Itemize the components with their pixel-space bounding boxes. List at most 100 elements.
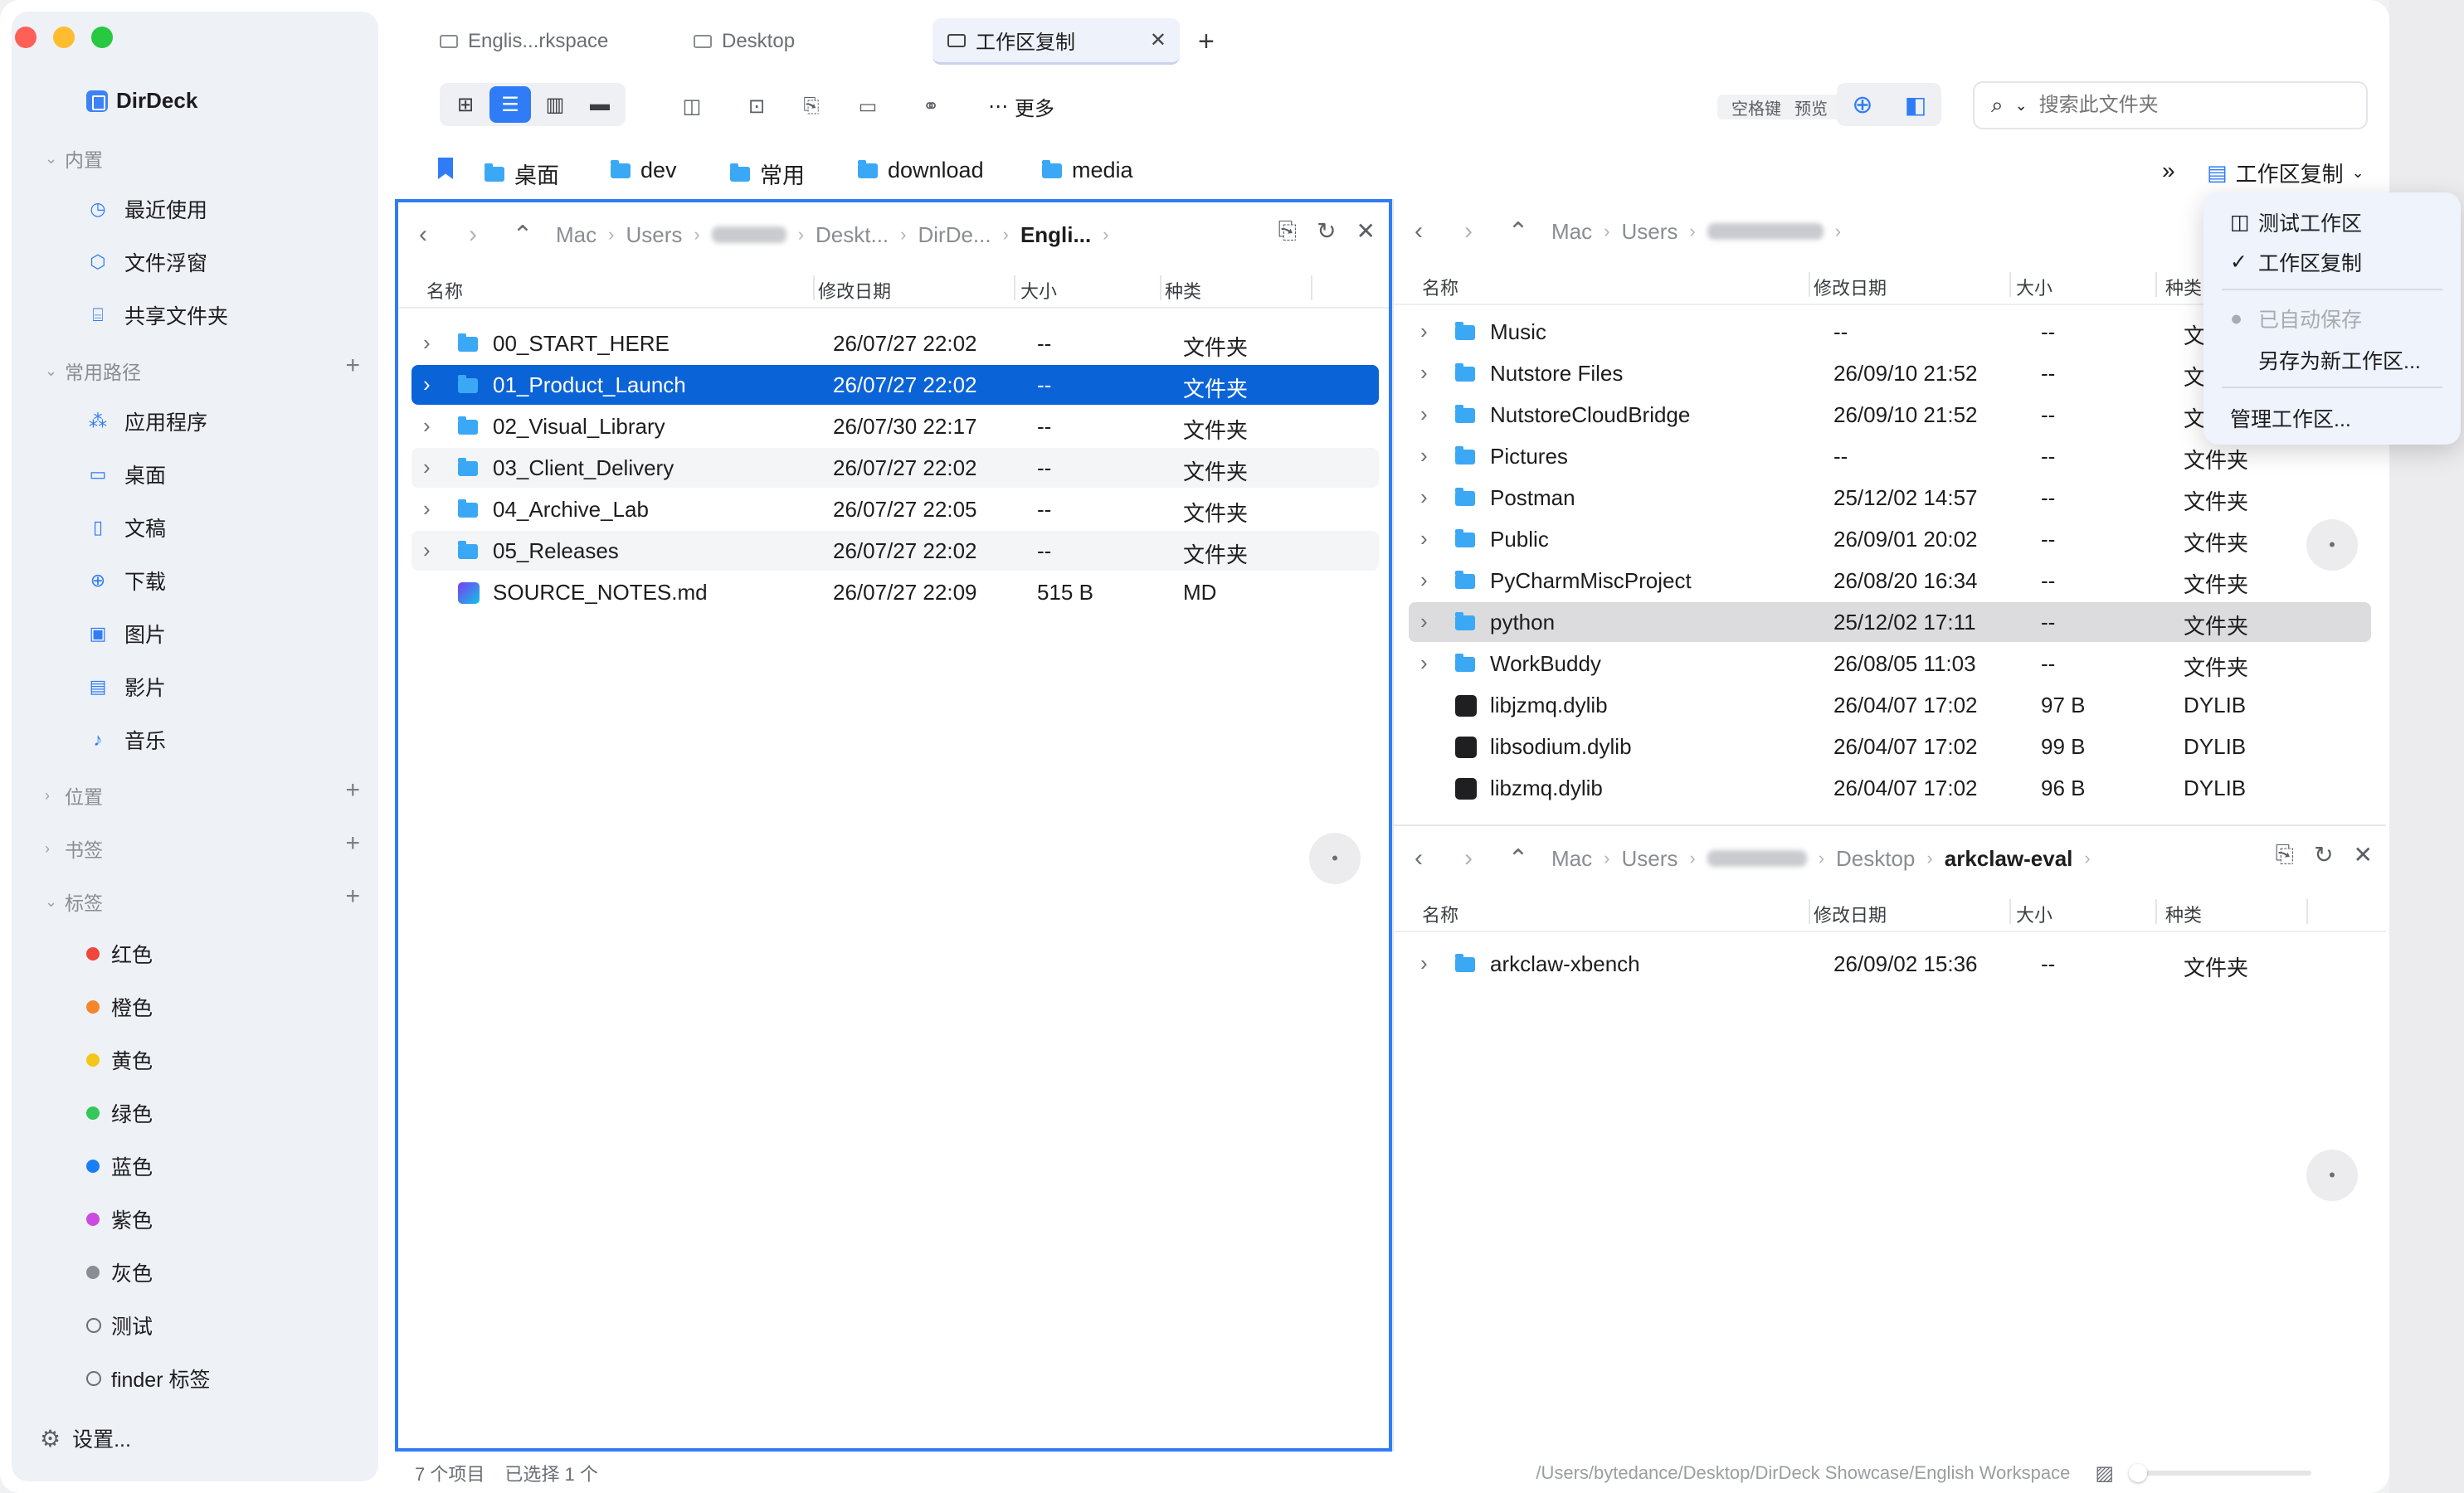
sidebar-tag-finder[interactable]: finder 标签 [86, 1364, 210, 1393]
file-row[interactable]: › WorkBuddy 26/08/05 11:03 -- 文件夹 [1409, 644, 2371, 683]
disclosure-chevron-icon[interactable]: › [1420, 443, 1428, 469]
crumb[interactable]: Desktop [1836, 846, 1915, 872]
crumb-redacted[interactable] [1707, 223, 1824, 240]
sidebar-tag-gray[interactable]: 灰色 [86, 1257, 153, 1287]
sidebar-item-pictures[interactable]: ▣ 图片 [86, 619, 166, 649]
sidebar-tag-yellow[interactable]: 黄色 [86, 1045, 153, 1075]
disclosure-chevron-icon[interactable]: › [1420, 484, 1428, 510]
back-button[interactable]: ‹ [398, 221, 448, 249]
file-row[interactable]: › 05_Releases 26/07/27 22:02 -- 文件夹 [411, 531, 1379, 571]
sidebar-item-desktop[interactable]: ▭ 桌面 [86, 460, 166, 489]
crumb[interactable]: Users [1621, 846, 1678, 872]
zoom-slider-thumb[interactable] [2129, 1464, 2147, 1482]
up-button[interactable]: ⌃ [498, 221, 548, 250]
copy-path-icon[interactable]: ⎘ [2276, 841, 2294, 868]
search-input[interactable] [2038, 94, 2321, 117]
sidebar-item-documents[interactable]: ▯ 文稿 [86, 513, 166, 542]
file-row[interactable]: libjzmq.dylib 26/04/07 17:02 97 B DYLIB [1409, 685, 2371, 725]
section-common[interactable]: ⌄ 常用路径 + [45, 352, 360, 385]
add-location-button[interactable]: + [345, 776, 360, 805]
close-window-button[interactable] [15, 27, 37, 48]
sidebar-tag-red[interactable]: 红色 [86, 939, 153, 969]
file-row[interactable]: › 00_START_HERE 26/07/27 22:02 -- 文件夹 [411, 323, 1379, 363]
scroll-indicator[interactable]: • [2306, 1150, 2358, 1201]
crumb-redacted[interactable] [1707, 850, 1807, 867]
disclosure-chevron-icon[interactable]: › [1420, 951, 1428, 976]
crumb[interactable]: Users [626, 222, 682, 248]
sidebar-tag-green[interactable]: 绿色 [86, 1098, 153, 1128]
crumb[interactable]: Mac [1551, 846, 1592, 872]
forward-button[interactable]: › [448, 221, 498, 249]
col-name[interactable]: 名称 [1422, 901, 1458, 927]
col-kind[interactable]: 种类 [2165, 274, 2202, 300]
section-bookmarks[interactable]: › 书签 + [45, 829, 360, 863]
disclosure-chevron-icon[interactable]: › [1420, 526, 1428, 552]
col-kind[interactable]: 种类 [2165, 901, 2202, 927]
tab-english-workspace[interactable]: Englis...rkspace [440, 18, 608, 65]
sidebar-tag-test[interactable]: 测试 [86, 1311, 153, 1340]
refresh-icon[interactable]: ↻ [1317, 217, 1336, 245]
file-row[interactable]: › PyCharmMiscProject 26/08/20 16:34 -- 文件夹 [1409, 561, 2371, 601]
new-tab-button[interactable]: + [1198, 18, 1215, 65]
new-file-button[interactable]: ⎘ [795, 90, 828, 123]
crumb[interactable]: Mac [1551, 219, 1592, 245]
disclosure-chevron-icon[interactable]: › [423, 496, 431, 522]
gallery-view-button[interactable]: ▬ [579, 86, 621, 123]
disclosure-chevron-icon[interactable]: › [423, 537, 431, 563]
up-button[interactable]: ⌃ [1493, 844, 1543, 873]
scroll-indicator[interactable]: • [1309, 833, 1361, 884]
crumb[interactable]: Deskt... [816, 222, 889, 248]
section-builtin[interactable]: ⌄ 内置 [45, 144, 360, 173]
menu-item-test-workspace[interactable]: ◫ 测试工作区 [2230, 207, 2362, 237]
col-modified[interactable]: 修改日期 [1814, 901, 1887, 927]
file-row[interactable]: › 04_Archive_Lab 26/07/27 22:05 -- 文件夹 [411, 489, 1379, 529]
minimize-window-button[interactable] [53, 27, 75, 48]
forward-button[interactable]: › [1444, 844, 1493, 873]
list-view-button[interactable]: ☰ [489, 86, 531, 123]
sidebar-toggle-icon[interactable]: ◧ [1895, 86, 1936, 123]
section-locations[interactable]: › 位置 + [45, 776, 360, 810]
file-row[interactable]: › Public 26/09/01 20:02 -- 文件夹 [1409, 519, 2371, 559]
new-folder-button[interactable]: ⊡ [740, 90, 773, 123]
file-row[interactable]: libzmq.dylib 26/04/07 17:02 96 B DYLIB [1409, 768, 2371, 808]
disclosure-chevron-icon[interactable]: › [1420, 650, 1428, 676]
col-modified[interactable]: 修改日期 [1814, 274, 1887, 300]
crumb[interactable]: DirDe... [918, 222, 991, 248]
terminal-button[interactable]: ▭ [851, 90, 884, 123]
section-tags[interactable]: ⌄ 标签 + [45, 883, 360, 916]
file-row[interactable]: › 03_Client_Delivery 26/07/27 22:02 -- 文件夹 [411, 448, 1379, 488]
crumb[interactable]: Users [1621, 219, 1678, 245]
back-button[interactable]: ‹ [1394, 217, 1444, 246]
file-row[interactable]: › python 25/12/02 17:11 -- 文件夹 [1409, 602, 2371, 642]
close-tab-button[interactable]: ✕ [1150, 28, 1166, 52]
disclosure-chevron-icon[interactable]: › [1420, 567, 1428, 593]
back-button[interactable]: ‹ [1394, 844, 1444, 873]
search-field[interactable]: ⌕ ⌄ [1973, 81, 2368, 129]
sidebar-tag-purple[interactable]: 紫色 [86, 1204, 153, 1234]
col-kind[interactable]: 种类 [1165, 277, 1201, 304]
image-toggle-icon[interactable]: ▨ [2095, 1461, 2114, 1486]
menu-item-workspace-copy[interactable]: ✓ 工作区复制 [2230, 247, 2362, 277]
split-pane-button[interactable]: ◫ [675, 90, 709, 123]
col-modified[interactable]: 修改日期 [818, 277, 891, 304]
bookmark-common[interactable]: 常用 [730, 158, 805, 190]
icon-view-button[interactable]: ⊞ [445, 86, 486, 123]
sidebar-tag-orange[interactable]: 橙色 [86, 992, 153, 1022]
file-row[interactable]: › Postman 25/12/02 14:57 -- 文件夹 [1409, 478, 2371, 518]
bookmark-media[interactable]: media [1042, 158, 1133, 183]
disclosure-chevron-icon[interactable]: › [423, 413, 431, 439]
globe-icon[interactable]: ⊕ [1842, 86, 1883, 123]
disclosure-chevron-icon[interactable]: › [423, 455, 431, 480]
bookmark-desktop[interactable]: 桌面 [485, 158, 559, 190]
up-button[interactable]: ⌃ [1493, 217, 1543, 246]
close-pane-icon[interactable]: ✕ [2354, 841, 2373, 868]
settings-button[interactable]: ⚙ 设置... [40, 1423, 131, 1453]
file-row[interactable]: › 02_Visual_Library 26/07/30 22:17 -- 文件夹 [411, 406, 1379, 446]
crumb[interactable]: Mac [556, 222, 597, 248]
file-row[interactable]: libsodium.dylib 26/04/07 17:02 99 B DYLIB [1409, 727, 2371, 766]
disclosure-chevron-icon[interactable]: › [1420, 609, 1428, 635]
sidebar-tag-blue[interactable]: 蓝色 [86, 1151, 153, 1181]
col-name[interactable]: 名称 [426, 277, 463, 304]
workspace-menu-button[interactable]: ▤ 工作区复制 ⌄ [2207, 158, 2364, 188]
link-button[interactable]: ⚭ [914, 90, 947, 123]
